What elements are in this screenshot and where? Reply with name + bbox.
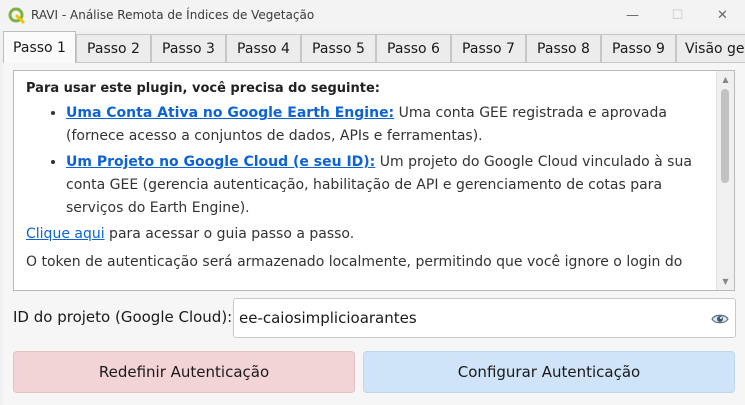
requirements-list: Uma Conta Ativa no Google Earth Engine: … [26,102,710,220]
project-id-value: ee-caiosimplicioarantes [239,309,417,327]
minimize-button[interactable]: — [610,0,655,31]
intro-text: Para usar este plugin, você precisa do s… [26,81,380,96]
tab-passo-3[interactable]: Passo 3 [151,34,226,62]
cloud-project-link[interactable]: Um Projeto no Google Cloud (e seu ID): [66,154,375,170]
qgis-logo-icon [8,7,25,24]
guide-paragraph: Clique aqui para acessar o guia passo a … [26,223,710,246]
scroll-up-arrow-icon[interactable]: ▲ [717,71,734,88]
scroll-down-arrow-icon[interactable]: ▼ [717,273,734,290]
instructions-text-box[interactable]: Para usar este plugin, você precisa do s… [13,70,735,291]
maximize-button[interactable]: ☐ [655,0,700,31]
requirement-item: Um Projeto no Google Cloud (e seu ID): U… [66,151,710,220]
tab-panel-passo-1: Para usar este plugin, você precisa do s… [3,62,745,405]
window-title: RAVI - Análise Remota de Índices de Vege… [31,8,315,22]
tab-passo-2[interactable]: Passo 2 [76,34,151,62]
eye-icon[interactable] [711,310,729,328]
title-bar: RAVI - Análise Remota de Índices de Vege… [0,0,745,31]
requirement-item: Uma Conta Ativa no Google Earth Engine: … [66,102,710,148]
guide-link[interactable]: Clique aqui [26,226,105,242]
tab-passo-7[interactable]: Passo 7 [451,34,526,62]
tab-passo-8[interactable]: Passo 8 [526,34,601,62]
guide-text: para acessar o guia passo a passo. [104,226,355,242]
vertical-scrollbar[interactable]: ▲ ▼ [716,71,734,290]
instructions-content: Para usar este plugin, você precisa do s… [26,80,710,279]
tab-passo-1[interactable]: Passo 1 [3,31,76,63]
gee-account-link[interactable]: Uma Conta Ativa no Google Earth Engine: [66,105,394,121]
project-id-label: ID do projeto (Google Cloud): [13,308,233,326]
tab-passo-9[interactable]: Passo 9 [601,34,676,62]
configure-authentication-button[interactable]: Configurar Autenticação [363,351,735,393]
tab-passo-4[interactable]: Passo 4 [226,34,301,62]
tab-bar: Passo 1 Passo 2 Passo 3 Passo 4 Passo 5 … [0,31,745,63]
reset-authentication-button[interactable]: Redefinir Autenticação [13,351,355,393]
project-id-input[interactable]: ee-caiosimplicioarantes [233,298,736,338]
tab-passo-5[interactable]: Passo 5 [301,34,376,62]
scrollbar-thumb[interactable] [721,89,729,183]
tab-visao-geral[interactable]: Visão ge [676,34,745,62]
tab-passo-6[interactable]: Passo 6 [376,34,451,62]
token-paragraph: O token de autenticação será armazenado … [26,254,683,270]
close-button[interactable]: ✕ [700,0,745,31]
